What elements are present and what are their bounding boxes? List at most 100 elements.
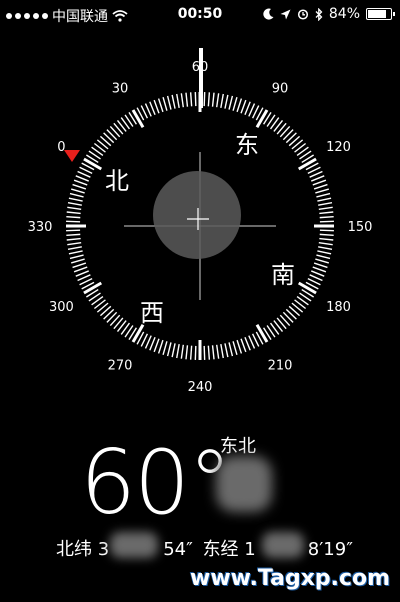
latitude-tail: 54″ bbox=[163, 539, 193, 560]
compass-tick bbox=[171, 343, 176, 358]
longitude-tail: 8′19″ bbox=[307, 539, 353, 560]
compass-tick bbox=[73, 179, 88, 186]
compass-tick bbox=[67, 242, 82, 246]
compass-tick bbox=[244, 101, 251, 116]
compass-tick bbox=[68, 250, 83, 255]
compass-tick bbox=[180, 344, 184, 359]
compass-tick bbox=[310, 175, 325, 182]
longitude-label: 东经 1 bbox=[202, 539, 256, 560]
heading-readout: 60° bbox=[80, 431, 232, 534]
compass-tick bbox=[255, 109, 269, 129]
degree-label: 270 bbox=[108, 359, 133, 374]
coordinates: 北纬 3 54″ 东经 1 8′19″ bbox=[56, 535, 353, 561]
compass-tick bbox=[189, 92, 193, 107]
compass-tick bbox=[171, 94, 176, 109]
compass-tick bbox=[166, 95, 172, 110]
compass-tick bbox=[240, 338, 247, 353]
compass-tick bbox=[312, 179, 327, 186]
compass-tick bbox=[313, 183, 328, 190]
degree-label: 300 bbox=[49, 300, 74, 315]
degree-label: 30 bbox=[112, 81, 129, 96]
compass-tick bbox=[317, 197, 332, 202]
blurred-longitude bbox=[262, 532, 304, 558]
compass-tick bbox=[157, 98, 164, 113]
compass-tick bbox=[83, 281, 103, 295]
compass-tick bbox=[318, 202, 333, 206]
degree-label: 150 bbox=[348, 220, 373, 235]
degree-label: 210 bbox=[268, 359, 293, 374]
compass-tick bbox=[66, 233, 81, 237]
compass-tick bbox=[224, 94, 229, 109]
compass-tick bbox=[315, 258, 330, 264]
compass-tick bbox=[69, 192, 84, 198]
compass-tick bbox=[220, 93, 224, 108]
compass-tick bbox=[70, 188, 85, 194]
level-bubble bbox=[153, 171, 241, 259]
compass-tick bbox=[185, 345, 189, 360]
cardinal-south: 南 bbox=[271, 261, 295, 289]
compass-tick bbox=[83, 157, 103, 171]
watermark: www.Tagxp.com bbox=[190, 566, 391, 591]
compass-dial: 0306090120150180210240270300330 北 东 南 西 bbox=[28, 48, 373, 395]
compass-tick bbox=[67, 202, 82, 206]
compass-tick bbox=[224, 343, 229, 358]
compass-tick bbox=[69, 254, 84, 260]
compass-tick bbox=[255, 323, 269, 343]
blurred-latitude bbox=[110, 532, 158, 558]
compass-tick bbox=[67, 246, 82, 250]
compass-tick bbox=[66, 237, 81, 241]
compass-tick bbox=[211, 345, 215, 360]
compass-tick bbox=[75, 270, 90, 277]
compass-tick bbox=[207, 345, 211, 360]
compass-tick bbox=[313, 262, 328, 269]
compass-tick bbox=[297, 281, 317, 295]
north-marker-icon bbox=[64, 150, 80, 162]
compass-tick bbox=[244, 336, 251, 351]
compass-tick bbox=[66, 215, 81, 219]
compass-tick bbox=[149, 336, 156, 351]
compass-tick bbox=[72, 183, 87, 190]
degree-label: 90 bbox=[272, 81, 289, 96]
cardinal-west: 西 bbox=[140, 299, 164, 327]
compass-tick bbox=[316, 254, 331, 260]
cardinal-east: 东 bbox=[235, 131, 259, 159]
compass-tick bbox=[67, 206, 82, 210]
compass-tick bbox=[297, 157, 317, 171]
compass-tick bbox=[236, 339, 243, 354]
compass-tick bbox=[166, 342, 172, 357]
compass-tick bbox=[315, 188, 330, 194]
compass-tick bbox=[189, 345, 193, 360]
compass-tick bbox=[228, 342, 234, 357]
compass-tick bbox=[220, 344, 224, 359]
compass-tick bbox=[73, 266, 88, 273]
compass-tick bbox=[153, 99, 160, 114]
compass-tick bbox=[236, 98, 243, 113]
compass-tick bbox=[70, 258, 85, 264]
compass-tick bbox=[318, 246, 333, 250]
degree-label: 120 bbox=[326, 140, 351, 155]
compass-tick bbox=[207, 92, 211, 107]
compass-tick bbox=[157, 339, 164, 354]
compass-tick bbox=[312, 266, 327, 273]
compass-tick bbox=[180, 93, 184, 108]
compass-tick bbox=[162, 96, 168, 111]
compass-tick bbox=[176, 93, 180, 108]
compass-tick bbox=[216, 344, 220, 359]
degree-label: 330 bbox=[28, 220, 53, 235]
compass-tick bbox=[319, 215, 334, 219]
cardinal-north: 北 bbox=[105, 167, 129, 195]
compass-tick bbox=[211, 92, 215, 107]
compass-tick bbox=[149, 101, 156, 116]
blurred-region bbox=[216, 456, 272, 512]
compass-tick bbox=[162, 341, 168, 356]
degree-label: 180 bbox=[326, 300, 351, 315]
compass-tick bbox=[318, 206, 333, 210]
compass-tick bbox=[75, 175, 90, 182]
compass-tick bbox=[317, 250, 332, 255]
compass-tick bbox=[232, 96, 238, 111]
compass-tick bbox=[319, 211, 334, 215]
compass-tick bbox=[319, 233, 334, 237]
direction-label: 东北 bbox=[220, 436, 256, 457]
compass-tick bbox=[176, 344, 180, 359]
compass-tick bbox=[318, 242, 333, 246]
